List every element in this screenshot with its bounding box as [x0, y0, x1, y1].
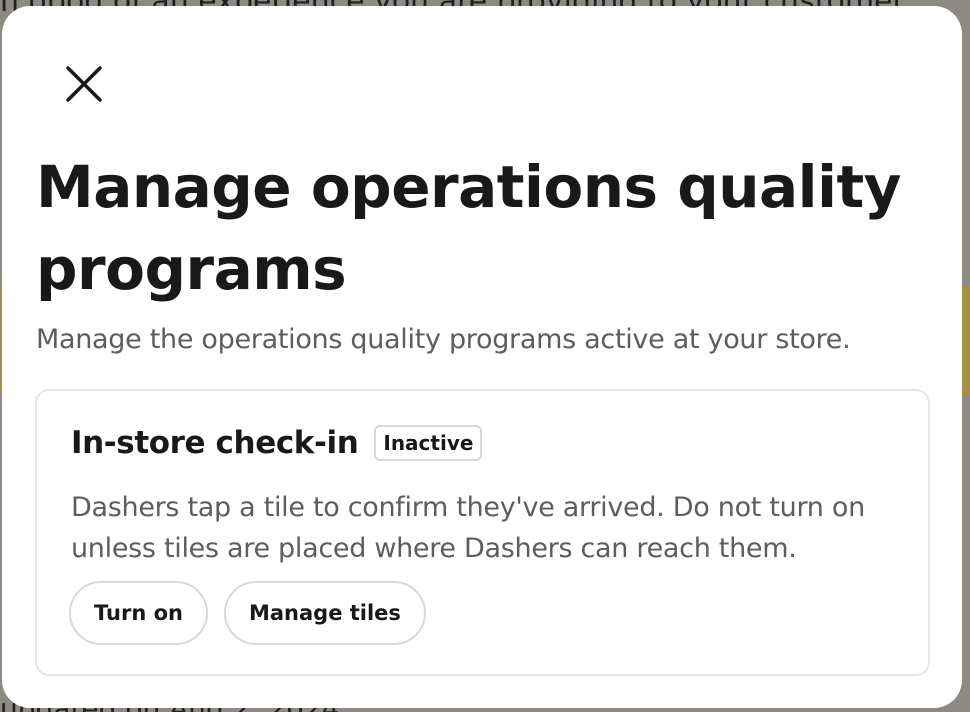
program-card: In-store check-in Inactive Dashers tap a… [35, 389, 930, 676]
close-button[interactable] [56, 56, 112, 112]
close-icon [66, 66, 102, 102]
program-card-header: In-store check-in Inactive [71, 425, 483, 461]
modal-dialog: Manage operations quality programs Manag… [2, 6, 962, 708]
program-description: Dashers tap a tile to confirm they've ar… [71, 492, 865, 564]
program-actions: Turn on Manage tiles [69, 581, 426, 645]
modal-title: Manage operations quality programs [36, 153, 901, 303]
manage-tiles-button[interactable]: Manage tiles [223, 581, 426, 645]
turn-on-button[interactable]: Turn on [69, 581, 208, 645]
status-badge: Inactive [374, 425, 483, 461]
program-title: In-store check-in [71, 425, 359, 461]
modal-subtitle: Manage the operations quality programs a… [36, 324, 851, 355]
background-decor-right [962, 285, 970, 395]
